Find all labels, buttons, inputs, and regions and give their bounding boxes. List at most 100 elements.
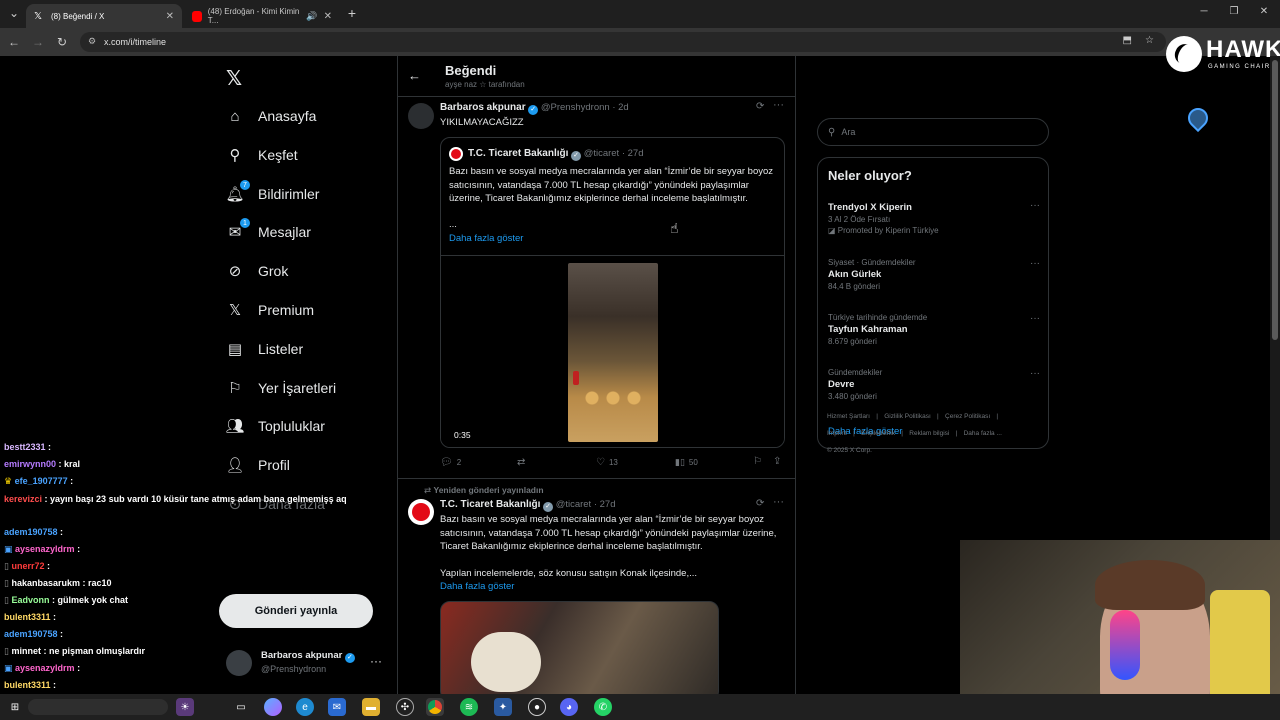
video-player[interactable]: 0:35 [441, 255, 784, 447]
nav-bookmarks[interactable]: ⚐ Yer İşaretleri [226, 375, 336, 401]
verified-icon: ✓ [528, 105, 539, 115]
tab-youtube[interactable]: (48) Erdoğan - Kimi Kimin T... 🔊 ✕ [184, 4, 340, 28]
obs-icon[interactable]: ● [528, 698, 546, 716]
grok-action-icon[interactable]: ⟳ [756, 498, 764, 509]
trend-title: Akın Gürlek [828, 269, 882, 280]
views-button[interactable]: ▮▯ 50 [675, 457, 698, 468]
mouse-cursor-icon: ☝︎ [670, 220, 679, 236]
footer-link[interactable]: Gizlilik Politikası [884, 413, 931, 420]
discord-icon[interactable]: ◕ [560, 698, 578, 716]
start-icon[interactable]: ⊞ [6, 698, 24, 716]
grok-action-icon[interactable]: ⟳ [756, 101, 764, 112]
chat-user: adem190758 [4, 629, 58, 639]
more-icon[interactable]: ··· [1030, 200, 1040, 211]
taskbar-search[interactable] [28, 699, 168, 715]
bookmark-star-icon[interactable]: ☆ [1145, 35, 1154, 46]
tab-liked[interactable]: 𝕏 (8) Beğendi / X ✕ [26, 4, 182, 28]
tab-search-icon[interactable]: ⌄ [6, 5, 22, 21]
chat-message: ▣ aysenazyldrm : [4, 663, 81, 673]
back-icon[interactable]: ← [6, 34, 22, 50]
author-name[interactable]: Barbaros akpunar [440, 102, 526, 113]
url-field[interactable]: ⚙ x.com/i/timeline ⬒ ☆ [80, 32, 1166, 52]
more-icon[interactable]: ··· [370, 654, 382, 668]
retweet-button[interactable]: ⇄ [517, 457, 525, 468]
footer-link[interactable]: Imprint [827, 430, 847, 437]
forward-icon[interactable]: → [30, 34, 46, 50]
task-view-icon[interactable]: ▭ [232, 698, 250, 716]
new-tab-button[interactable]: + [344, 5, 360, 21]
like-button[interactable]: ♡ 13 [596, 457, 618, 468]
tweet-card[interactable]: ⇄ Yeniden gönderi yayınladın T.C. Ticare… [398, 479, 795, 694]
app-icon[interactable]: ✦ [494, 698, 512, 716]
avatar[interactable] [408, 499, 434, 525]
copilot-icon[interactable] [264, 698, 282, 716]
speaker-icon[interactable]: 🔊 [306, 11, 317, 22]
chat-message: bulent3311 : [4, 680, 57, 690]
scrollbar-thumb[interactable] [1272, 60, 1278, 340]
x-logo-icon[interactable]: 𝕏 [226, 66, 242, 91]
author-name[interactable]: T.C. Ticaret Bakanlığı [440, 499, 540, 510]
footer-link[interactable]: Çerez Politikası [945, 413, 990, 420]
show-more-link[interactable]: Daha fazla göster [440, 581, 514, 592]
footer-link[interactable]: Hizmet Şartları [827, 413, 870, 420]
close-icon[interactable]: ✕ [166, 11, 174, 22]
app-icon[interactable]: ✣ [396, 698, 414, 716]
chat-user: bestt2331 [4, 442, 46, 452]
nav-label: Grok [258, 263, 289, 279]
chat-user: efe_1907777 [14, 476, 68, 486]
video-thumbnail[interactable] [440, 601, 719, 694]
show-more-link[interactable]: Daha fazla göster [449, 233, 523, 244]
install-app-icon[interactable]: ⬒ [1123, 35, 1132, 46]
file-explorer-icon[interactable]: ▬ [362, 698, 380, 716]
outlook-icon[interactable]: ✉ [328, 698, 346, 716]
nav-home[interactable]: ⌂ Anasayfa [226, 103, 316, 129]
window-close-icon[interactable]: ✕ [1256, 6, 1272, 17]
chat-user: minnet [11, 646, 41, 656]
bookmark-icon[interactable]: ⚐ [753, 456, 762, 467]
trend-item[interactable]: Trendyol X Kiperin 3 Al 2 Öde Fırsatı ◪ … [828, 200, 1040, 235]
trend-promo: Promoted by Kiperin Türkiye [837, 226, 939, 235]
site-info-icon[interactable]: ⚙ [88, 36, 96, 47]
share-icon[interactable]: ⇪ [773, 456, 781, 467]
chrome-icon[interactable] [426, 698, 444, 716]
nav-messages[interactable]: ✉ 1 Mesajlar [226, 218, 311, 245]
tweet-time[interactable]: · 2d [612, 102, 628, 113]
trend-item[interactable]: Türkiye tarihinde gündemde Tayfun Kahram… [828, 313, 1040, 346]
search-input[interactable]: ⚲ Ara [817, 118, 1049, 146]
reply-button[interactable]: 💬︎ 2 [440, 457, 461, 468]
trend-item[interactable]: Siyaset · Gündemdekiler Akın Gürlek 84,4… [828, 258, 1040, 291]
more-icon[interactable]: ··· [1030, 368, 1040, 379]
tweet-time[interactable]: · 27d [594, 499, 616, 510]
edge-icon[interactable]: e [296, 698, 314, 716]
back-arrow-icon[interactable]: ← [408, 68, 421, 83]
minimize-icon[interactable]: ─ [1196, 6, 1212, 17]
footer-link[interactable]: Erişilebilirlik [861, 430, 895, 437]
widgets-icon[interactable]: ☀ [176, 698, 194, 716]
restore-icon[interactable]: ❐ [1226, 6, 1242, 17]
footer-link[interactable]: Reklam bilgisi [909, 430, 949, 437]
nav-communities[interactable]: 👥︎ Topluluklar [225, 413, 324, 439]
more-icon[interactable]: ··· [1030, 313, 1040, 324]
nav-premium[interactable]: 𝕏 Premium [226, 297, 314, 323]
author-handle[interactable]: @ticaret [556, 499, 592, 510]
reload-icon[interactable]: ↻ [54, 34, 70, 50]
trend-title: Devre [828, 379, 855, 390]
whatsapp-icon[interactable]: ✆ [594, 698, 612, 716]
author-handle[interactable]: @Prenshydronn [541, 102, 610, 113]
webcam-overlay [960, 540, 1280, 720]
more-icon[interactable]: ··· [1030, 258, 1040, 269]
nav-explore[interactable]: ⚲ Keşfet [226, 142, 298, 168]
trend-item[interactable]: Gündemdekiler Devre 3.480 gönderi ··· [828, 368, 1040, 401]
more-icon[interactable]: ··· [773, 496, 784, 508]
footer-link[interactable]: Daha fazla ... [964, 430, 1002, 437]
nav-lists[interactable]: ▤ Listeler [226, 336, 303, 362]
more-icon[interactable]: ··· [773, 99, 784, 111]
chat-message: emirwynn00 : kral [4, 459, 81, 469]
tweet-card[interactable]: Barbaros akpunar ✓ @Prenshydronn · 2d ⟳ … [398, 97, 795, 477]
close-icon[interactable]: ✕ [324, 11, 332, 22]
spotify-icon[interactable]: ≋ [460, 698, 478, 716]
quoted-author-name: T.C. Ticaret Bakanlığı [468, 148, 569, 159]
nav-notifications[interactable]: 🔔︎ 7 Bildirimler [225, 180, 319, 207]
quoted-tweet[interactable]: T.C. Ticaret Bakanlığı ✓ @ticaret · 27d … [440, 137, 785, 448]
nav-grok[interactable]: ⊘ Grok [226, 258, 289, 284]
